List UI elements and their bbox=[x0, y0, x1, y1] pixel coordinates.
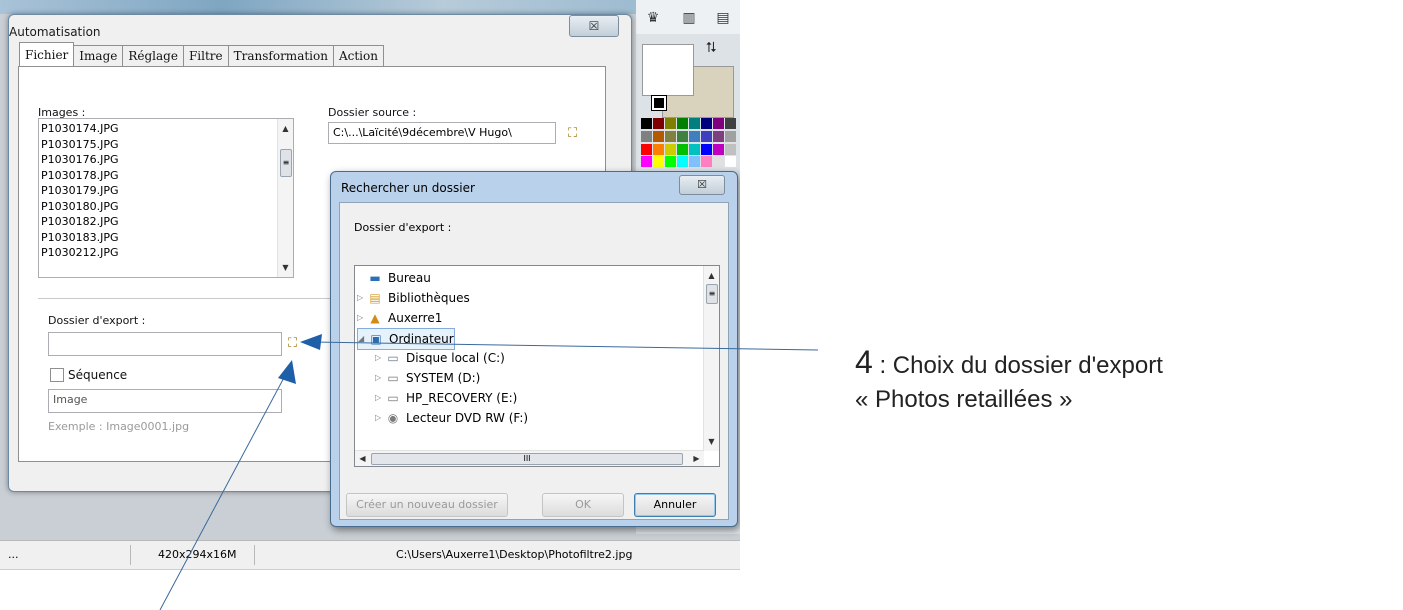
list-item[interactable]: P1030176.JPG bbox=[41, 152, 119, 168]
drive-icon: ▭ bbox=[387, 391, 399, 405]
tab-transformation[interactable]: Transformation bbox=[227, 45, 334, 66]
images-scrollbar[interactable]: ▲ ≡ ▼ bbox=[277, 119, 293, 277]
tab-filtre[interactable]: Filtre bbox=[182, 45, 229, 66]
example-text: Exemple : Image0001.jpg bbox=[48, 420, 190, 433]
images-listbox[interactable]: P1030174.JPG P1030175.JPG P1030176.JPG P… bbox=[38, 118, 294, 278]
annotation-step-number: 4 bbox=[855, 344, 873, 380]
status-image-size: 420x294x16M bbox=[158, 548, 237, 561]
dialog-title: Automatisation bbox=[9, 25, 101, 39]
browse-export-folder-icon[interactable]: ⛶ bbox=[288, 336, 306, 352]
tree-item-label: Ordinateur bbox=[389, 332, 454, 346]
dvd-drive-icon: ◉ bbox=[387, 411, 399, 425]
foreground-color-swatch[interactable] bbox=[642, 44, 694, 96]
ok-button[interactable]: OK bbox=[542, 493, 624, 517]
status-file-path: C:\Users\Auxerre1\Desktop\Photofiltre2.j… bbox=[396, 548, 633, 561]
list-item[interactable]: P1030178.JPG bbox=[41, 168, 119, 184]
tree-item-hp-recovery[interactable]: ▷ ▭ HP_RECOVERY (E:) bbox=[375, 388, 517, 408]
desktop-icon: ▬ bbox=[369, 271, 381, 285]
panels-icon[interactable]: ▥ bbox=[678, 8, 700, 28]
browse-export-label: Dossier d'export : bbox=[354, 221, 452, 234]
tree-item-bureau[interactable]: ▬ Bureau bbox=[357, 268, 431, 288]
tree-item-system[interactable]: ▷ ▭ SYSTEM (D:) bbox=[375, 368, 480, 388]
background-window-title-strip bbox=[0, 0, 740, 14]
tree-horizontal-scrollbar[interactable]: ◀ III ▶ bbox=[355, 450, 704, 466]
tab-bar: Fichier Image Réglage Filtre Transformat… bbox=[19, 42, 384, 67]
swap-colors-icon[interactable]: ⮁ bbox=[705, 40, 716, 56]
scroll-down-icon[interactable]: ▼ bbox=[704, 434, 719, 449]
color-palette[interactable] bbox=[641, 118, 736, 168]
libraries-icon: ▤ bbox=[369, 291, 381, 305]
cancel-button[interactable]: Annuler bbox=[634, 493, 716, 517]
export-folder-input[interactable] bbox=[48, 332, 282, 356]
list-item[interactable]: P1030183.JPG bbox=[41, 230, 119, 246]
list-item[interactable]: P1030212.JPG bbox=[41, 245, 119, 261]
reset-colors-icon[interactable] bbox=[651, 95, 667, 111]
drive-icon: ▭ bbox=[387, 371, 399, 385]
status-bar: ... 420x294x16M C:\Users\Auxerre1\Deskto… bbox=[0, 540, 740, 569]
annotation: 4 : Choix du dossier d'export « Photos r… bbox=[855, 345, 1163, 417]
user-folder-icon: ▲ bbox=[370, 311, 380, 325]
photofiltre-toolbar: ♛ ▥ ▤ bbox=[636, 0, 740, 35]
tree-item-label: SYSTEM (D:) bbox=[406, 371, 481, 385]
list-item[interactable]: P1030175.JPG bbox=[41, 137, 119, 153]
browse-dialog-body: Dossier d'export : ▬ Bureau ▷ ▤ Bibliothè… bbox=[339, 202, 729, 520]
local-disk-icon: ▭ bbox=[387, 351, 399, 365]
desktop-screen: ♛ ▥ ▤ ⮁ Automatisation ☒ Fichier Image R… bbox=[0, 0, 740, 570]
scroll-right-icon[interactable]: ▶ bbox=[689, 451, 704, 466]
browse-close-button[interactable]: ☒ bbox=[679, 175, 725, 195]
scroll-down-icon[interactable]: ▼ bbox=[278, 260, 293, 275]
scroll-up-icon[interactable]: ▲ bbox=[278, 121, 293, 136]
scroll-thumb[interactable]: ≡ bbox=[706, 284, 718, 304]
sequence-name-input[interactable]: Image bbox=[48, 389, 282, 413]
tree-item-label: Bibliothèques bbox=[388, 291, 470, 305]
computer-icon: ▣ bbox=[370, 332, 382, 346]
tree-item-ordinateur[interactable]: ◢ ▣ Ordinateur bbox=[357, 328, 455, 350]
tab-image[interactable]: Image bbox=[73, 45, 124, 66]
browse-dialog-title: Rechercher un dossier bbox=[341, 181, 475, 195]
brush-tool-icon[interactable]: ♛ bbox=[642, 8, 664, 28]
sequence-label: Séquence bbox=[68, 368, 128, 382]
scroll-left-icon[interactable]: ◀ bbox=[355, 451, 370, 466]
scroll-up-icon[interactable]: ▲ bbox=[704, 268, 719, 283]
source-folder-label: Dossier source : bbox=[328, 106, 417, 119]
tab-action[interactable]: Action bbox=[332, 45, 384, 66]
tree-item-label: Lecteur DVD RW (F:) bbox=[406, 411, 529, 425]
tab-fichier[interactable]: Fichier bbox=[19, 42, 75, 66]
list-item[interactable]: P1030180.JPG bbox=[41, 199, 119, 215]
tree-item-label: HP_RECOVERY (E:) bbox=[406, 391, 518, 405]
status-left: ... bbox=[8, 548, 19, 561]
tree-item-bibliotheques[interactable]: ▷ ▤ Bibliothèques bbox=[357, 288, 470, 308]
list-item[interactable]: P1030174.JPG bbox=[41, 121, 119, 137]
dialog-close-button[interactable]: ☒ bbox=[569, 15, 619, 37]
tab-reglage[interactable]: Réglage bbox=[122, 45, 184, 66]
tree-item-auxerre1[interactable]: ▷ ▲ Auxerre1 bbox=[357, 308, 442, 328]
tree-item-label: Disque local (C:) bbox=[406, 351, 505, 365]
browse-source-folder-icon[interactable]: ⛶ bbox=[568, 126, 586, 142]
browse-folder-dialog: Rechercher un dossier ☒ Dossier d'export… bbox=[330, 171, 738, 527]
annotation-line1: : Choix du dossier d'export bbox=[872, 352, 1163, 379]
save-icon[interactable]: ▤ bbox=[712, 8, 734, 28]
source-folder-input[interactable]: C:\...\Laïcité\9décembre\V Hugo\ bbox=[328, 122, 556, 144]
export-folder-label: Dossier d'export : bbox=[48, 314, 146, 327]
scroll-thumb[interactable]: ≡ bbox=[280, 149, 292, 177]
tree-vertical-scrollbar[interactable]: ▲ ≡ ▼ bbox=[703, 266, 719, 451]
list-item[interactable]: P1030182.JPG bbox=[41, 214, 119, 230]
tree-item-label: Bureau bbox=[388, 271, 431, 285]
annotation-line2: « Photos retaillées » bbox=[855, 386, 1073, 413]
new-folder-button[interactable]: Créer un nouveau dossier bbox=[346, 493, 508, 517]
scroll-thumb[interactable]: III bbox=[371, 453, 683, 465]
list-item[interactable]: P1030179.JPG bbox=[41, 183, 119, 199]
tree-item-disque-local[interactable]: ▷ ▭ Disque local (C:) bbox=[375, 348, 505, 368]
tree-item-dvd[interactable]: ▷ ◉ Lecteur DVD RW (F:) bbox=[375, 408, 528, 428]
tree-item-label: Auxerre1 bbox=[388, 311, 443, 325]
sequence-checkbox[interactable] bbox=[50, 368, 64, 382]
folder-tree[interactable]: ▬ Bureau ▷ ▤ Bibliothèques ▷ ▲ Auxerre1 ◢ ▣… bbox=[354, 265, 720, 467]
